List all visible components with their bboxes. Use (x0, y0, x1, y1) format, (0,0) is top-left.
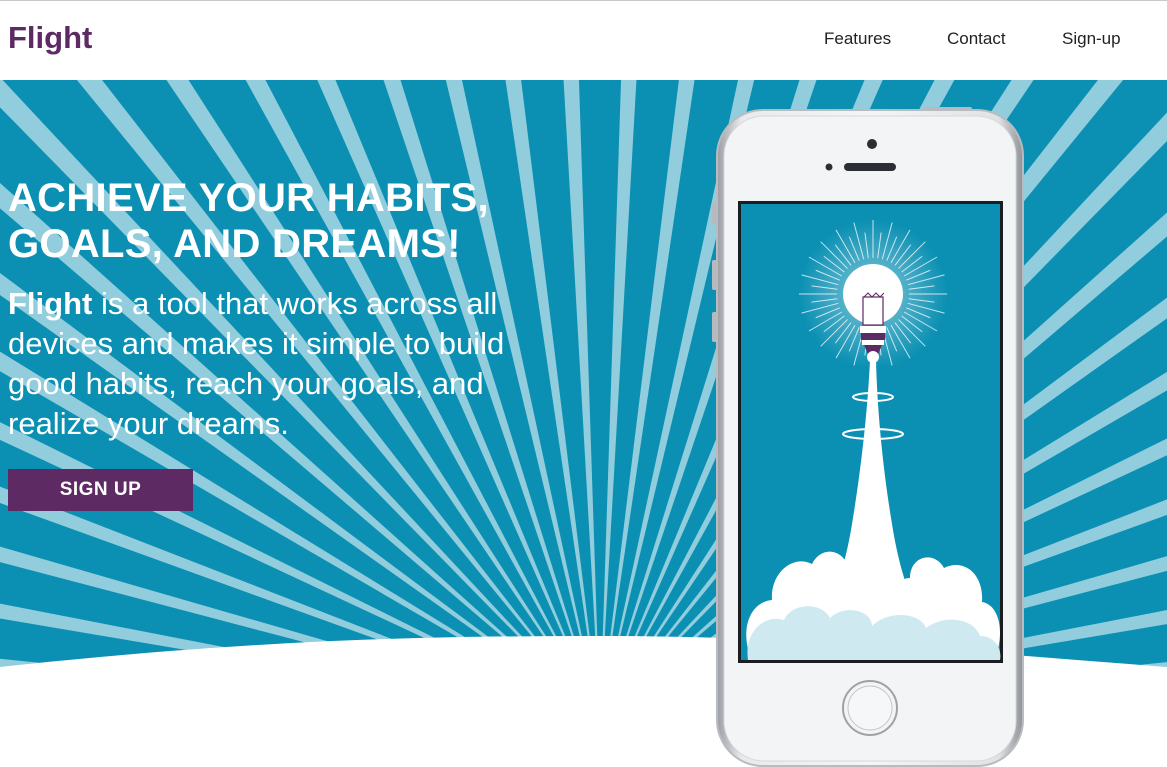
sensor-icon (825, 163, 833, 171)
nav-link-features[interactable]: Features (824, 29, 891, 49)
hero-title: ACHIEVE YOUR HABITS, GOALS, AND DREAMS! (8, 175, 628, 267)
sunburst-ray (601, 80, 637, 667)
nav-link-contact[interactable]: Contact (947, 29, 1006, 49)
sign-up-button[interactable]: SIGN UP (8, 469, 193, 511)
nav-link-signup[interactable]: Sign-up (1062, 29, 1121, 49)
navbar: Flight Features Contact Sign-up (0, 1, 1167, 80)
lightbulb-rocket-launch-illustration (741, 204, 1001, 660)
hero-title-line-1: ACHIEVE YOUR HABITS, (8, 176, 489, 220)
hero-description: Flight is a tool that works across all d… (8, 284, 578, 444)
hero-description-brand: Flight (8, 286, 93, 321)
iphone-mockup (712, 107, 1024, 767)
speaker-grille-icon (844, 163, 896, 171)
brand-logo[interactable]: Flight (8, 20, 92, 56)
hero-title-line-2: GOALS, AND DREAMS! (8, 222, 461, 266)
front-camera-icon (867, 139, 877, 149)
